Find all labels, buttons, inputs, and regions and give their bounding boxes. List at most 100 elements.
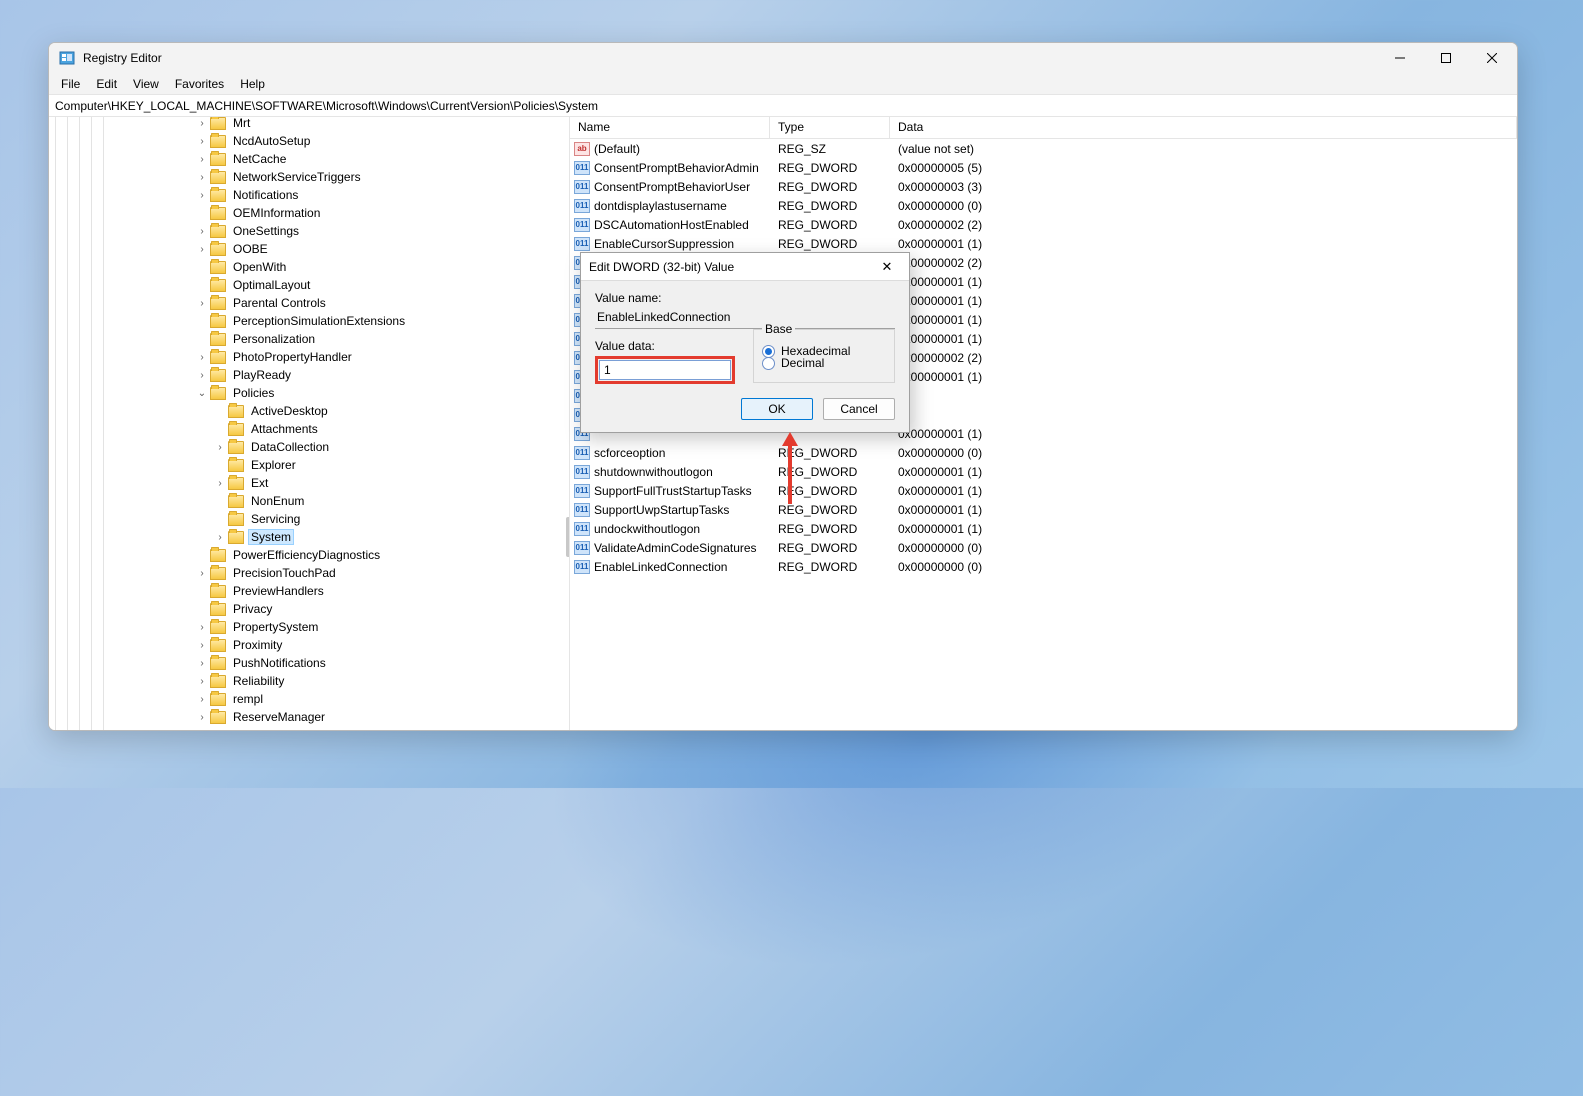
value-type: REG_DWORD — [770, 237, 890, 251]
tree-node-reservemanager[interactable]: ›ReserveManager — [105, 708, 408, 726]
chevron-right-icon[interactable]: › — [195, 298, 209, 309]
close-button[interactable] — [1469, 43, 1515, 73]
menu-view[interactable]: View — [125, 75, 167, 93]
menu-edit[interactable]: Edit — [88, 75, 125, 93]
tree-node-optimallayout[interactable]: OptimalLayout — [105, 276, 408, 294]
tree-label: Mrt — [230, 117, 253, 131]
value-row[interactable]: 011ConsentPromptBehaviorUserREG_DWORD0x0… — [570, 177, 1517, 196]
tree-node-oeminformation[interactable]: OEMInformation — [105, 204, 408, 222]
value-data-input[interactable] — [599, 360, 731, 380]
folder-icon — [210, 333, 226, 346]
tree-node-previewhandlers[interactable]: PreviewHandlers — [105, 582, 408, 600]
dialog-titlebar[interactable]: Edit DWORD (32-bit) Value ✕ — [581, 253, 909, 281]
chevron-right-icon[interactable]: › — [195, 226, 209, 237]
tree-node-attachments[interactable]: Attachments — [105, 420, 408, 438]
value-row[interactable]: 011ValidateAdminCodeSignaturesREG_DWORD0… — [570, 538, 1517, 557]
chevron-right-icon[interactable]: › — [195, 352, 209, 363]
menu-help[interactable]: Help — [232, 75, 273, 93]
chevron-right-icon[interactable]: › — [195, 172, 209, 183]
tree-node-openwith[interactable]: OpenWith — [105, 258, 408, 276]
tree-node-netcache[interactable]: ›NetCache — [105, 150, 408, 168]
chevron-right-icon[interactable]: › — [195, 118, 209, 129]
tree-node-explorer[interactable]: Explorer — [105, 456, 408, 474]
chevron-right-icon[interactable]: › — [213, 478, 227, 489]
splitter-handle[interactable] — [566, 517, 570, 557]
tree-node-datacollection[interactable]: ›DataCollection — [105, 438, 408, 456]
address-bar[interactable]: Computer\HKEY_LOCAL_MACHINE\SOFTWARE\Mic… — [49, 95, 1517, 117]
tree-node-personalization[interactable]: Personalization — [105, 330, 408, 348]
radio-decimal[interactable]: Decimal — [762, 356, 886, 370]
tree-label: ActiveDesktop — [248, 403, 331, 419]
value-row[interactable]: 011EnableCursorSuppressionREG_DWORD0x000… — [570, 234, 1517, 253]
col-type[interactable]: Type — [770, 117, 890, 138]
tree-node-pushnotifications[interactable]: ›PushNotifications — [105, 654, 408, 672]
value-row[interactable]: 011undockwithoutlogonREG_DWORD0x00000001… — [570, 519, 1517, 538]
maximize-button[interactable] — [1423, 43, 1469, 73]
chevron-right-icon[interactable]: › — [195, 136, 209, 147]
chevron-right-icon[interactable]: › — [195, 694, 209, 705]
value-row[interactable]: ab(Default)REG_SZ(value not set) — [570, 139, 1517, 158]
folder-icon — [210, 189, 226, 202]
tree-node-activedesktop[interactable]: ActiveDesktop — [105, 402, 408, 420]
value-row[interactable]: 011EnableLinkedConnectionREG_DWORD0x0000… — [570, 557, 1517, 576]
col-name[interactable]: Name — [570, 117, 770, 138]
menu-file[interactable]: File — [53, 75, 88, 93]
tree-node-powerefficiencydiagnostics[interactable]: PowerEfficiencyDiagnostics — [105, 546, 408, 564]
titlebar[interactable]: Registry Editor — [49, 43, 1517, 73]
value-row[interactable]: 011DSCAutomationHostEnabledREG_DWORD0x00… — [570, 215, 1517, 234]
tree-node-oobe[interactable]: ›OOBE — [105, 240, 408, 258]
chevron-right-icon[interactable]: › — [195, 154, 209, 165]
tree-node-networkservicetriggers[interactable]: ›NetworkServiceTriggers — [105, 168, 408, 186]
chevron-right-icon[interactable]: › — [195, 244, 209, 255]
tree-node-ext[interactable]: ›Ext — [105, 474, 408, 492]
value-row[interactable]: 011dontdisplaylastusernameREG_DWORD0x000… — [570, 196, 1517, 215]
dword-value-icon: 011 — [574, 218, 590, 232]
tree-node-playready[interactable]: ›PlayReady — [105, 366, 408, 384]
chevron-right-icon[interactable]: › — [213, 442, 227, 453]
chevron-down-icon[interactable]: ⌄ — [195, 388, 209, 399]
tree-node-onesettings[interactable]: ›OneSettings — [105, 222, 408, 240]
list-header[interactable]: Name Type Data — [570, 117, 1517, 139]
tree-node-mrt[interactable]: › Mrt — [105, 117, 408, 132]
tree-label: Servicing — [248, 511, 303, 527]
tree-node-propertysystem[interactable]: ›PropertySystem — [105, 618, 408, 636]
chevron-right-icon[interactable]: › — [195, 370, 209, 381]
col-data[interactable]: Data — [890, 117, 1517, 138]
chevron-right-icon[interactable]: › — [195, 640, 209, 651]
cancel-button[interactable]: Cancel — [823, 398, 895, 420]
value-row[interactable]: 011shutdownwithoutlogonREG_DWORD0x000000… — [570, 462, 1517, 481]
chevron-right-icon[interactable]: › — [195, 190, 209, 201]
minimize-button[interactable] — [1377, 43, 1423, 73]
tree-node-ncdautosetup[interactable]: ›NcdAutoSetup — [105, 132, 408, 150]
value-data-highlight — [595, 356, 735, 384]
chevron-right-icon[interactable]: › — [195, 676, 209, 687]
chevron-right-icon[interactable]: › — [213, 532, 227, 543]
tree-node-rempl[interactable]: ›rempl — [105, 690, 408, 708]
tree-node-policies[interactable]: ⌄Policies — [105, 384, 408, 402]
menu-favorites[interactable]: Favorites — [167, 75, 232, 93]
tree-node-notifications[interactable]: ›Notifications — [105, 186, 408, 204]
value-row[interactable]: 011scforceoptionREG_DWORD0x00000000 (0) — [570, 443, 1517, 462]
tree-node-system[interactable]: ›System — [105, 528, 408, 546]
value-row[interactable]: 011SupportUwpStartupTasksREG_DWORD0x0000… — [570, 500, 1517, 519]
tree-node-nonenum[interactable]: NonEnum — [105, 492, 408, 510]
chevron-right-icon[interactable]: › — [195, 658, 209, 669]
value-row[interactable]: 011SupportFullTrustStartupTasksREG_DWORD… — [570, 481, 1517, 500]
folder-icon — [210, 711, 226, 724]
tree-node-reliability[interactable]: ›Reliability — [105, 672, 408, 690]
value-row[interactable]: 011ConsentPromptBehaviorAdminREG_DWORD0x… — [570, 158, 1517, 177]
tree-pane[interactable]: › Mrt›NcdAutoSetup›NetCache›NetworkServic… — [49, 117, 570, 730]
ok-button[interactable]: OK — [741, 398, 813, 420]
folder-icon — [228, 441, 244, 454]
tree-node-proximity[interactable]: ›Proximity — [105, 636, 408, 654]
chevron-right-icon[interactable]: › — [195, 622, 209, 633]
tree-node-precisiontouchpad[interactable]: ›PrecisionTouchPad — [105, 564, 408, 582]
dialog-close-button[interactable]: ✕ — [873, 255, 901, 279]
tree-node-servicing[interactable]: Servicing — [105, 510, 408, 528]
tree-node-perceptionsimulationextensions[interactable]: PerceptionSimulationExtensions — [105, 312, 408, 330]
tree-node-photopropertyhandler[interactable]: ›PhotoPropertyHandler — [105, 348, 408, 366]
chevron-right-icon[interactable]: › — [195, 568, 209, 579]
tree-node-parental-controls[interactable]: ›Parental Controls — [105, 294, 408, 312]
chevron-right-icon[interactable]: › — [195, 712, 209, 723]
tree-node-privacy[interactable]: Privacy — [105, 600, 408, 618]
